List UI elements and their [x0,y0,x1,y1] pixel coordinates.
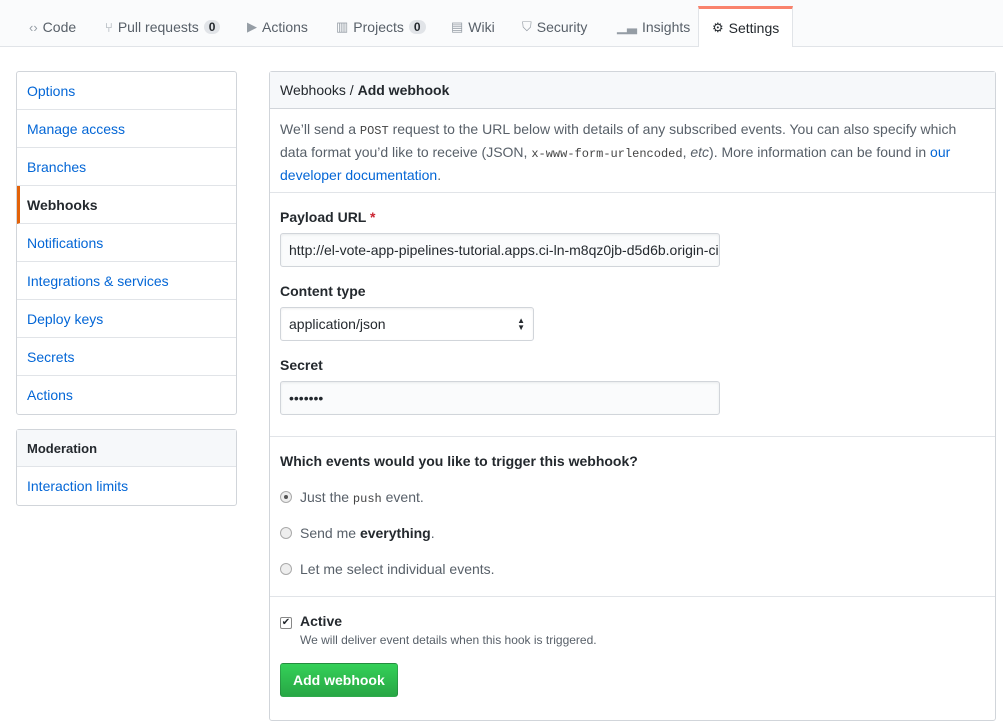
radio-individual-events[interactable]: Let me select individual events. [280,551,985,587]
code-icon: ‹› [29,19,38,35]
sidebar-item-deploy-keys[interactable]: Deploy keys [17,300,236,338]
tab-pull-requests[interactable]: ⑂ Pull requests 0 [92,7,233,47]
tab-label: Insights [642,19,691,35]
play-icon: ▶ [247,19,257,34]
project-icon: ▥ [336,19,349,34]
radio-button[interactable] [280,491,292,503]
tab-label: Security [536,19,588,35]
secret-input[interactable]: ••••••• [280,381,720,415]
intro-text: We’ll send a POST request to the URL bel… [270,109,995,193]
tab-code[interactable]: ‹› Code [16,7,89,47]
breadcrumb: Webhooks / Add webhook [270,72,995,109]
sidebar-item-manage-access[interactable]: Manage access [17,110,236,148]
radio-everything[interactable]: Send me everything. [280,515,985,551]
sidebar-item-options[interactable]: Options [17,72,236,110]
gear-icon: ⚙ [712,20,724,35]
content-type-label: Content type [280,283,366,299]
breadcrumb-webhooks[interactable]: Webhooks [280,82,346,98]
tab-label: Code [42,19,77,35]
book-icon: ▤ [451,19,464,34]
tab-settings[interactable]: ⚙ Settings [698,6,794,47]
tab-projects[interactable]: ▥ Projects 0 [323,7,439,47]
radio-button[interactable] [280,527,292,539]
count-badge: 0 [408,20,426,34]
repo-nav-tabs: ‹› Code ⑂ Pull requests 0 ▶ Actions ▥ Projects 0 ▤… [0,0,1003,47]
tab-actions[interactable]: ▶ Actions [234,7,321,47]
active-checkbox[interactable]: ✔ [280,617,292,629]
tab-wiki[interactable]: ▤ Wiki [438,7,508,47]
radio-button[interactable] [280,563,292,575]
payload-url-input[interactable]: http://el-vote-app-pipelines-tutorial.ap… [280,233,720,267]
tab-label: Actions [262,19,308,35]
sidebar-item-secrets[interactable]: Secrets [17,338,236,376]
tab-insights[interactable]: ▁▃ Insights [604,7,703,47]
tab-label: Settings [728,20,780,36]
tab-security[interactable]: ⛉ Security [509,7,600,47]
sidebar-item-branches[interactable]: Branches [17,148,236,186]
sidebar-item-webhooks[interactable]: Webhooks [17,186,236,224]
tab-label: Projects [353,19,404,35]
settings-sidebar: Options Manage access Branches Webhooks Noti… [16,71,237,415]
events-question: Which events would you like to trigger t… [280,453,638,469]
sidebar-item-notifications[interactable]: Notifications [17,224,236,262]
active-note: We will deliver event details when this … [300,633,597,647]
select-arrows-icon: ▲ ▼ [517,316,525,332]
tab-label: Wiki [468,19,495,35]
sidebar-item-interaction-limits[interactable]: Interaction limits [17,467,236,505]
content-type-select[interactable]: application/json ▲ ▼ [280,307,534,341]
pull-request-icon: ⑂ [105,19,113,35]
payload-url-label: Payload URL * [280,209,376,225]
moderation-heading: Moderation [17,430,236,467]
radio-push-event[interactable]: Just the push event. [280,479,985,515]
breadcrumb-separator: / [345,82,358,98]
sidebar-item-actions[interactable]: Actions [17,376,236,414]
secret-label: Secret [280,357,323,373]
active-label: Active [300,613,343,629]
tab-label: Pull requests [117,19,199,35]
moderation-sidebar: Moderation Interaction limits [16,429,237,506]
sidebar-item-integrations-services[interactable]: Integrations & services [17,262,236,300]
shield-icon: ⛉ [522,19,532,34]
add-webhook-button[interactable]: Add webhook [280,663,398,697]
graph-icon: ▁▃ [617,19,637,34]
add-webhook-panel: Webhooks / Add webhook We’ll send a POST… [269,71,996,721]
breadcrumb-current: Add webhook [357,82,450,98]
count-badge: 0 [203,20,221,34]
